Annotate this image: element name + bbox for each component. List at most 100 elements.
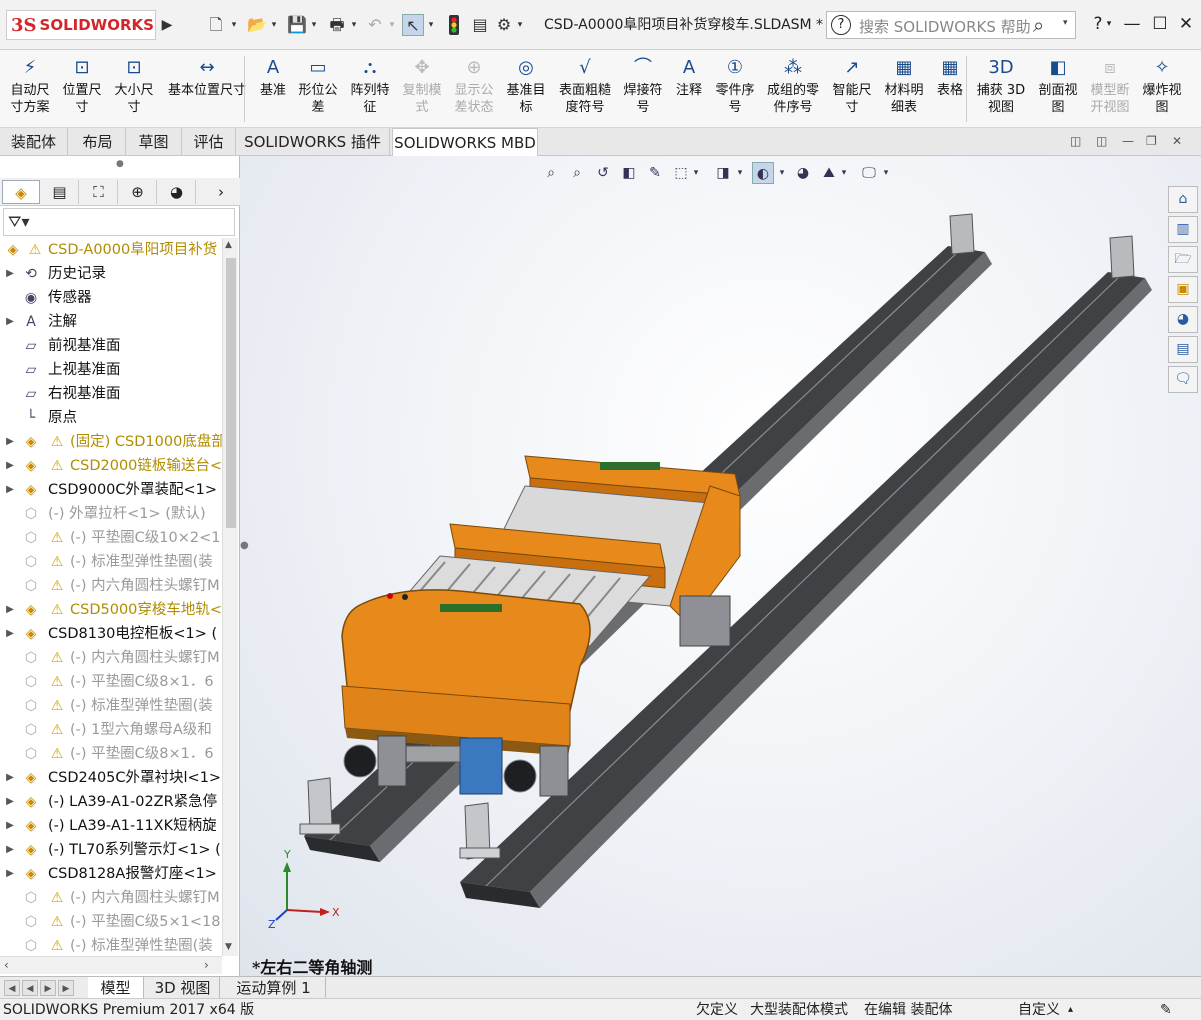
menu-expand-icon[interactable]: ▶ <box>160 14 174 36</box>
solidworks-logo[interactable]: 3S SOLIDWORKS <box>6 10 156 40</box>
feature-manager-tab-icon[interactable]: ◈ <box>2 180 40 204</box>
tree-expand-icon[interactable]: ▶ <box>4 262 16 286</box>
bottom-tab-2[interactable]: 运动算例 1 <box>222 977 326 999</box>
tree-item[interactable]: ▶ ◈ CSD2405C外罩衬块l<1> <box>0 766 222 790</box>
tree-item[interactable]: ⬡ ⚠ (-) 标准型弹性垫圈(装 <box>0 550 222 574</box>
help-search-box[interactable]: ? 搜索 SOLIDWORKS 帮助 ⌕ ▾ <box>826 11 1076 39</box>
ribbon-button-17[interactable]: ▦ 表格 <box>932 54 968 126</box>
tree-item[interactable]: ▶ ◈ (-) LA39-A1-02ZR紧急停 <box>0 790 222 814</box>
new-dropdown-icon[interactable]: ▾ <box>228 14 240 36</box>
tree-horizontal-scrollbar[interactable]: ‹ › <box>0 956 222 974</box>
display-manager-tab-icon[interactable]: ◕ <box>158 180 196 204</box>
next-tab-icon[interactable]: ▶ <box>40 980 56 996</box>
scroll-left-icon[interactable]: ‹ <box>4 958 9 972</box>
tree-item[interactable]: └ 原点 <box>0 406 222 430</box>
tree-item[interactable]: ⬡ ⚠ (-) 内六角圆柱头螺钉M <box>0 574 222 598</box>
ribbon-button-20[interactable]: ⧈ 模型断 开视图 <box>1086 54 1134 126</box>
appearances-icon[interactable]: ◕ <box>1168 306 1198 333</box>
select-dropdown-icon[interactable]: ▾ <box>425 14 437 36</box>
scroll-up-icon[interactable]: ▲ <box>225 240 232 250</box>
undo-icon[interactable]: ↶ <box>364 14 386 36</box>
view-palette-icon[interactable]: ▣ <box>1168 276 1198 303</box>
restore-panel-icon[interactable]: ◫ <box>1070 134 1081 148</box>
tree-expand-icon[interactable]: ▶ <box>4 310 16 334</box>
minimize-icon[interactable]: — <box>1118 12 1146 36</box>
tree-item[interactable]: ⬡ ⚠ (-) 内六角圆柱头螺钉M <box>0 886 222 910</box>
graphics-area[interactable]: ⌕ ⌕ ↺ ◧ ✎ ⬚ ▾ ◨ ▾ ◐ ▾ ◕ ⛰ ▾ 🖵 ▾ Y X Z ⌂ … <box>240 156 1201 976</box>
print-dropdown-icon[interactable]: ▾ <box>348 14 360 36</box>
tree-item[interactable]: ⬡ ⚠ (-) 标准型弹性垫圈(装 <box>0 694 222 718</box>
open-dropdown-icon[interactable]: ▾ <box>268 14 280 36</box>
scroll-right-icon[interactable]: › <box>204 958 209 972</box>
tree-item[interactable]: ▶ ◈ (-) LA39-A1-11XK短柄旋 <box>0 814 222 838</box>
ribbon-button-21[interactable]: ✧ 爆炸视图 <box>1138 54 1186 126</box>
shuttle-cart-model[interactable]: Y X Z <box>240 156 1201 976</box>
tree-expand-icon[interactable]: ▶ <box>4 622 16 646</box>
tree-expand-icon[interactable]: ▶ <box>4 478 16 502</box>
close-icon[interactable]: ✕ <box>1172 12 1200 36</box>
ribbon-button-8[interactable]: ⊕ 显示公 差状态 <box>450 54 498 126</box>
tree-item[interactable]: ▶ ⟲ 历史记录 <box>0 262 222 286</box>
tree-expand-icon[interactable]: ▶ <box>4 454 16 478</box>
tile-panel-icon[interactable]: ◫ <box>1096 134 1107 148</box>
panel-splitter-icon[interactable]: ● <box>240 540 249 551</box>
maximize-icon[interactable]: ☐ <box>1146 12 1174 36</box>
ribbon-button-10[interactable]: √ 表面粗糙 度符号 <box>556 54 614 126</box>
panel-grip-icon[interactable]: ● <box>116 159 124 169</box>
config-manager-tab-icon[interactable]: ⛶ <box>80 180 118 204</box>
options-gear-icon[interactable]: ⚙ <box>494 14 514 36</box>
tree-item[interactable]: ◉ 传感器 <box>0 286 222 310</box>
ribbon-button-7[interactable]: ✥ 复制模式 <box>398 54 446 126</box>
tree-item[interactable]: ⬡ ⚠ (-) 平垫圈C级10×2<1 <box>0 526 222 550</box>
tree-item[interactable]: ⬡ ⚠ (-) 标准型弹性垫圈(装 <box>0 934 222 956</box>
home-icon[interactable]: ⌂ <box>1168 186 1198 213</box>
ribbon-button-4[interactable]: A 基准 <box>256 54 290 126</box>
tree-item[interactable]: ⬡ ⚠ (-) 平垫圈C级8×1．6 <box>0 670 222 694</box>
design-library-icon[interactable]: ▥ <box>1168 216 1198 243</box>
status-units[interactable]: 自定义 <box>1018 999 1060 1020</box>
save-dropdown-icon[interactable]: ▾ <box>308 14 320 36</box>
file-properties-icon[interactable]: ▤ <box>469 14 491 36</box>
tree-item[interactable]: ▶ ◈ CSD8130电控柜板<1> ( <box>0 622 222 646</box>
tree-item[interactable]: ◈ ⚠ CSD-A0000阜阳项目补货 <box>0 238 222 262</box>
bottom-tab-1[interactable]: 3D 视图 <box>146 977 220 999</box>
new-document-icon[interactable]: 🗋 <box>205 14 227 36</box>
undo-dropdown-icon[interactable]: ▾ <box>386 14 398 36</box>
tree-item[interactable]: ⬡ ⚠ (-) 内六角圆柱头螺钉M <box>0 646 222 670</box>
rebuild-status-icon[interactable]: ✎ <box>1160 999 1172 1020</box>
save-icon[interactable]: 💾 <box>286 14 308 36</box>
tree-item[interactable]: ⬡ ⚠ (-) 平垫圈C级8×1．6 <box>0 742 222 766</box>
ribbon-button-19[interactable]: ◧ 剖面视图 <box>1034 54 1082 126</box>
options-dropdown-icon[interactable]: ▾ <box>514 14 526 36</box>
tree-item[interactable]: ▶ ◈ CSD9000C外罩装配<1> <box>0 478 222 502</box>
ribbon-button-13[interactable]: ① 零件序号 <box>712 54 758 126</box>
last-tab-icon[interactable]: ▶ <box>58 980 74 996</box>
ribbon-button-16[interactable]: ▦ 材料明 细表 <box>880 54 928 126</box>
ribbon-button-14[interactable]: ⁂ 成组的零 件序号 <box>762 54 824 126</box>
tab-2[interactable]: 草图 <box>126 128 182 156</box>
tree-expand-icon[interactable]: ▶ <box>4 766 16 790</box>
ribbon-button-1[interactable]: ⊡ 位置尺寸 <box>58 54 106 126</box>
doc-close-icon[interactable]: ✕ <box>1172 134 1182 148</box>
tab-0[interactable]: 装配体 <box>0 128 68 156</box>
tree-item[interactable]: ▶ ◈ CSD8128A报警灯座<1> <box>0 862 222 886</box>
ribbon-button-15[interactable]: ↗ 智能尺寸 <box>828 54 876 126</box>
tree-expand-icon[interactable]: ▶ <box>4 814 16 838</box>
tabs-more-icon[interactable]: › <box>206 180 236 204</box>
doc-minimize-icon[interactable]: — <box>1122 134 1134 148</box>
tree-item[interactable]: ▱ 上视基准面 <box>0 358 222 382</box>
ribbon-button-9[interactable]: ◎ 基准目标 <box>502 54 550 126</box>
tab-4[interactable]: SOLIDWORKS 插件 <box>236 128 390 156</box>
tree-item[interactable]: ⬡ ⚠ (-) 平垫圈C级5×1<18 <box>0 910 222 934</box>
tree-expand-icon[interactable]: ▶ <box>4 838 16 862</box>
tab-5[interactable]: SOLIDWORKS MBD <box>392 128 538 156</box>
tree-expand-icon[interactable]: ▶ <box>4 430 16 454</box>
ribbon-button-18[interactable]: 3D 捕获 3D 视图 <box>974 54 1028 126</box>
tree-item[interactable]: ▶ A 注解 <box>0 310 222 334</box>
rebuild-traffic-light-icon[interactable] <box>444 14 464 36</box>
tab-3[interactable]: 评估 <box>182 128 236 156</box>
print-icon[interactable]: 🖶 <box>326 14 348 36</box>
search-input[interactable]: 搜索 SOLIDWORKS 帮助 <box>859 16 1031 37</box>
search-dropdown-icon[interactable]: ▾ <box>1063 18 1068 28</box>
tree-expand-icon[interactable]: ▶ <box>4 790 16 814</box>
